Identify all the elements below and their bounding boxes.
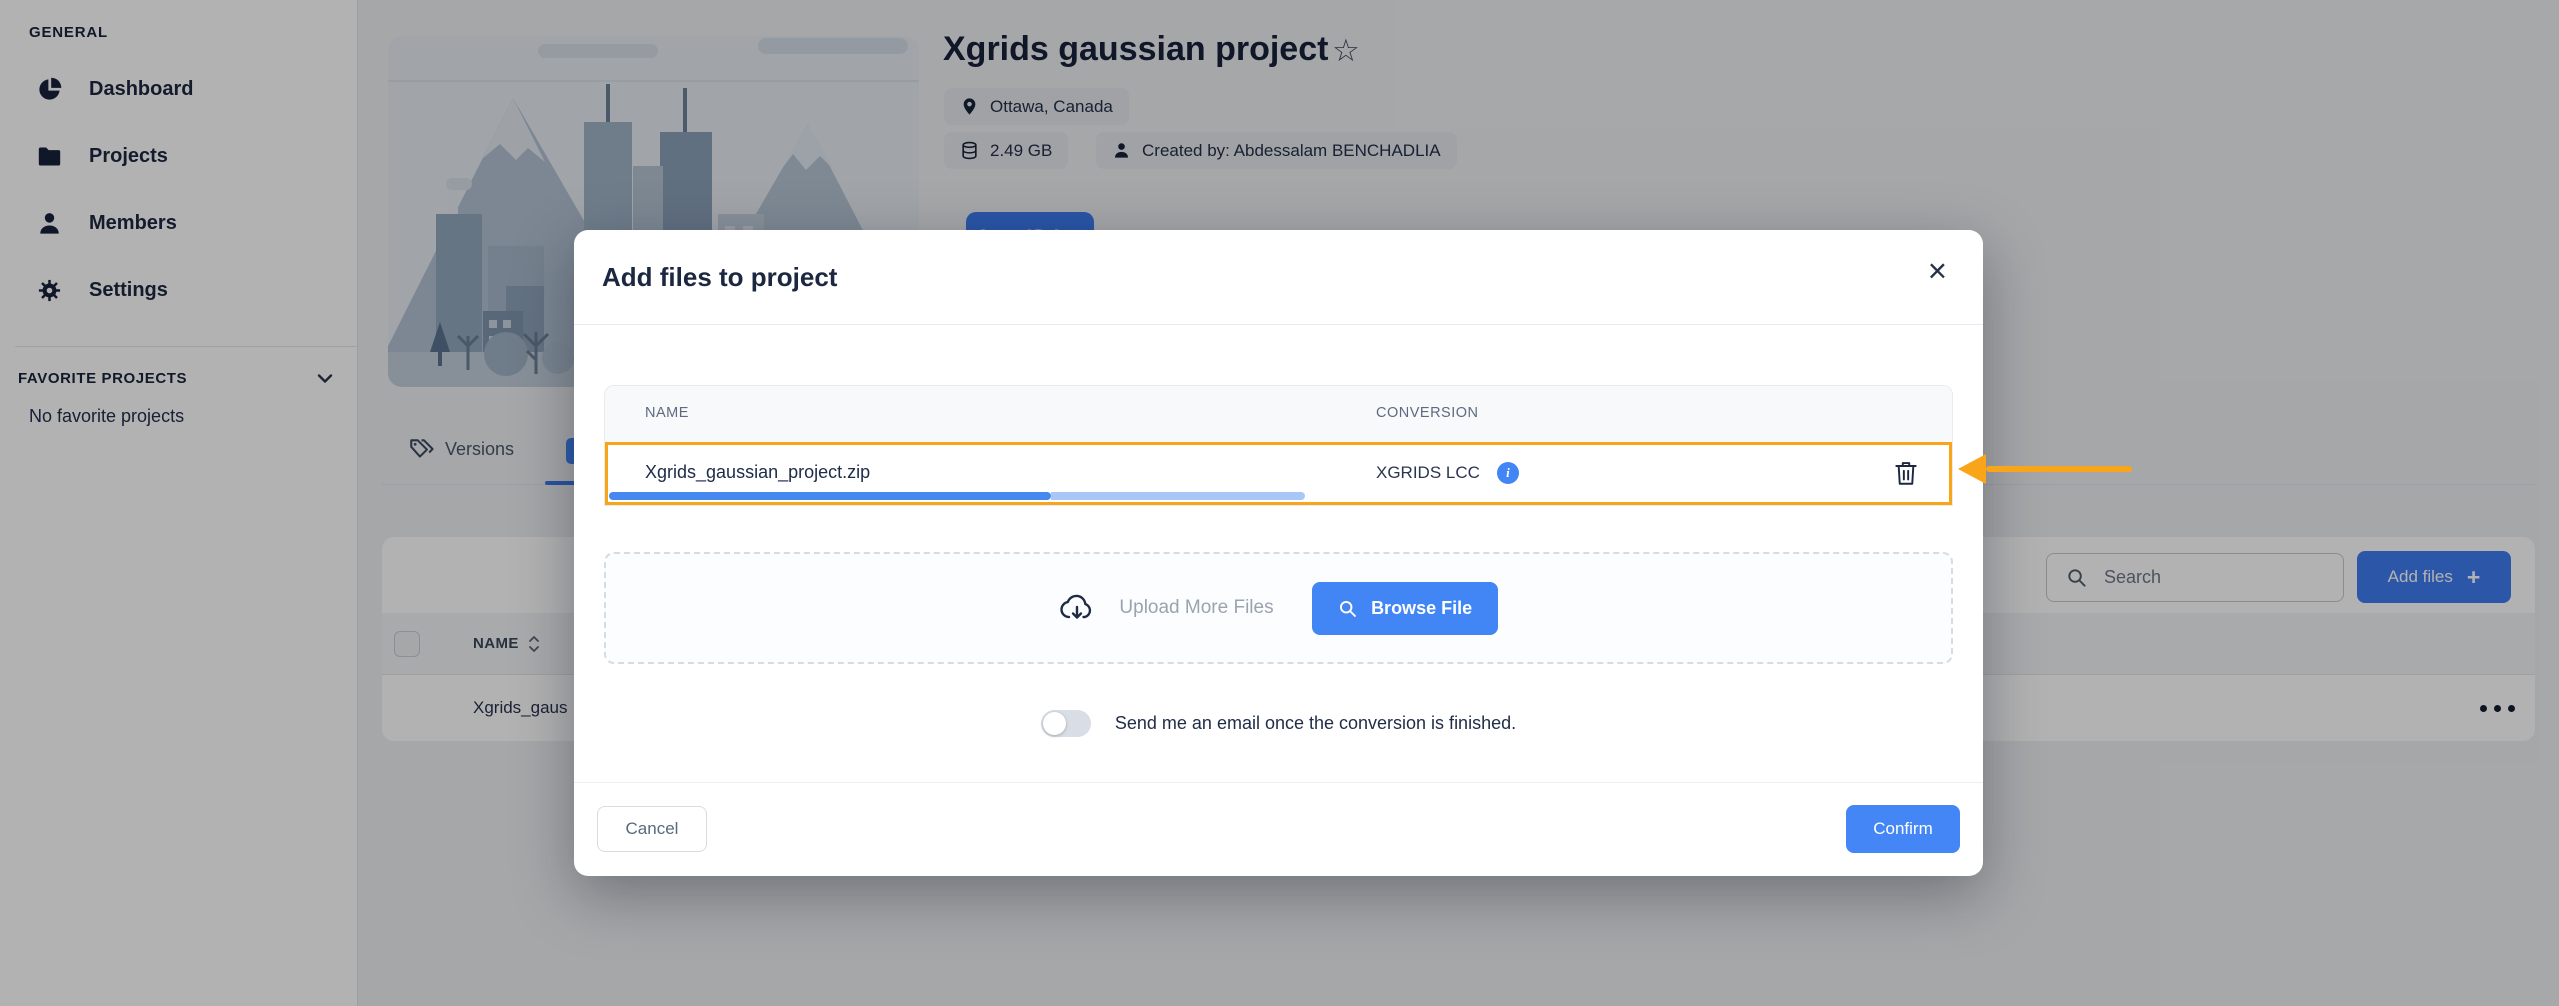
info-icon[interactable]: i (1497, 462, 1519, 484)
browse-file-label: Browse File (1371, 598, 1472, 619)
upload-hint-text: Upload More Files (1119, 597, 1273, 619)
upload-files-table: NAME CONVERSION Xgrids_gaussian_project.… (604, 385, 1953, 506)
file-name: Xgrids_gaussian_project.zip (645, 462, 870, 483)
footer-divider (574, 782, 1983, 783)
arrow-head (1958, 454, 1986, 484)
annotation-arrow-icon (1958, 454, 2132, 484)
conversion-type: XGRIDS LCC (1376, 463, 1480, 483)
modal-header: Add files to project × (574, 230, 1983, 325)
modal-title: Add files to project (602, 262, 837, 293)
column-header-conversion: CONVERSION (1376, 405, 1479, 421)
email-toggle-switch[interactable] (1041, 710, 1091, 737)
upload-table-header: NAME CONVERSION (605, 386, 1952, 442)
cancel-button[interactable]: Cancel (597, 806, 707, 852)
upload-progress-bar (609, 492, 1948, 500)
progress-bar-primary (609, 492, 1051, 500)
arrow-tail (1986, 466, 2132, 472)
toggle-knob (1043, 712, 1066, 735)
column-header-name: NAME (645, 405, 689, 421)
cloud-download-icon (1059, 590, 1095, 626)
uploading-file-row[interactable]: Xgrids_gaussian_project.zip XGRIDS LCC i (605, 442, 1952, 505)
email-toggle-row: Send me an email once the conversion is … (574, 710, 1983, 737)
search-icon (1337, 598, 1358, 619)
add-files-modal: Add files to project × NAME CONVERSION X… (574, 230, 1983, 876)
browse-file-button[interactable]: Browse File (1312, 582, 1498, 635)
app-window: GENERAL Dashboard Projects Members (0, 0, 2559, 1006)
close-icon[interactable]: × (1928, 254, 1947, 287)
email-toggle-label: Send me an email once the conversion is … (1115, 713, 1516, 734)
trash-icon[interactable] (1893, 459, 1919, 487)
progress-bar-secondary (1051, 492, 1305, 500)
conversion-cell: XGRIDS LCC i (1376, 462, 1519, 484)
upload-dropzone[interactable]: Upload More Files Browse File (604, 552, 1953, 664)
confirm-button[interactable]: Confirm (1846, 805, 1960, 853)
